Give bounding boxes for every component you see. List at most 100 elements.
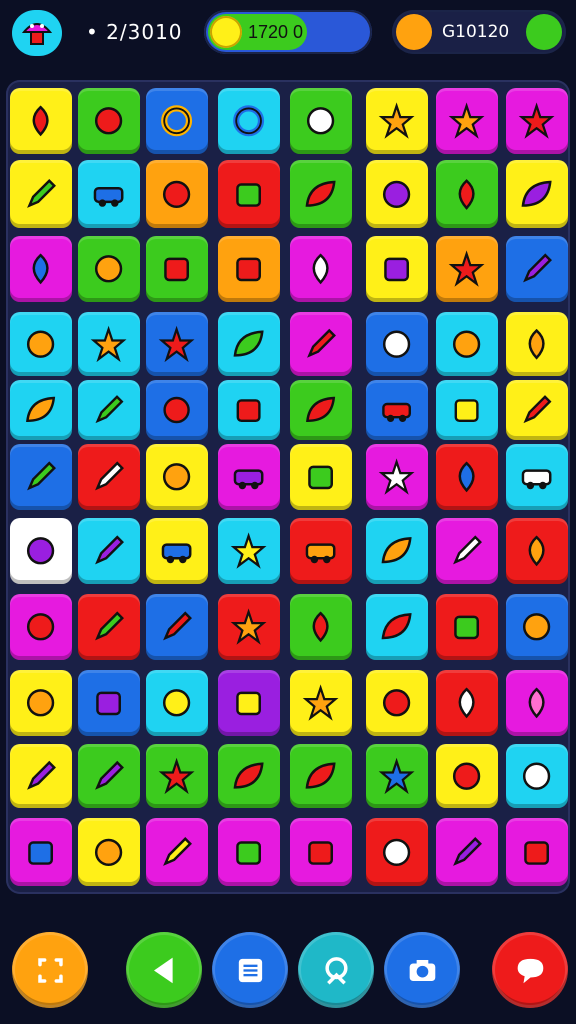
hint-button[interactable] [492, 932, 568, 1008]
board-tile[interactable] [10, 670, 72, 736]
board-tile[interactable] [366, 818, 428, 886]
board-tile[interactable] [290, 160, 352, 228]
board-tile[interactable] [78, 380, 140, 440]
board-tile[interactable] [366, 88, 428, 154]
shop-button[interactable] [526, 14, 562, 50]
board-tile[interactable] [146, 444, 208, 510]
board-tile[interactable] [436, 380, 498, 440]
menu-button[interactable] [212, 932, 288, 1008]
board-tile[interactable] [218, 160, 280, 228]
board-tile[interactable] [218, 518, 280, 584]
board-tile[interactable] [366, 518, 428, 584]
board-tile[interactable] [436, 88, 498, 154]
board-tile[interactable] [10, 594, 72, 660]
board-tile[interactable] [366, 744, 428, 808]
board-tile[interactable] [506, 88, 568, 154]
board-tile[interactable] [506, 160, 568, 228]
board-tile[interactable] [146, 160, 208, 228]
board-tile[interactable] [146, 380, 208, 440]
orange-star-icon [303, 684, 339, 721]
board-tile[interactable] [10, 312, 72, 376]
board-tile[interactable] [146, 744, 208, 808]
board-tile[interactable] [290, 818, 352, 886]
board-tile[interactable] [436, 518, 498, 584]
board-tile[interactable] [78, 670, 140, 736]
board-tile[interactable] [10, 380, 72, 440]
board-tile[interactable] [436, 312, 498, 376]
board-tile[interactable] [78, 594, 140, 660]
white-pencil-icon [95, 461, 125, 491]
board-tile[interactable] [366, 312, 428, 376]
board-tile[interactable] [506, 818, 568, 886]
board-tile[interactable] [436, 160, 498, 228]
board-tile[interactable] [290, 236, 352, 302]
board-tile[interactable] [218, 818, 280, 886]
camera-button[interactable] [384, 932, 460, 1008]
board-tile[interactable] [366, 236, 428, 302]
player-avatar-button[interactable] [12, 10, 62, 56]
board-tile[interactable] [10, 744, 72, 808]
back-button[interactable] [126, 932, 202, 1008]
board-tile[interactable] [78, 236, 140, 302]
board-tile[interactable] [146, 312, 208, 376]
board-tile[interactable] [78, 518, 140, 584]
board-tile[interactable] [290, 670, 352, 736]
board-tile[interactable] [506, 518, 568, 584]
board-tile[interactable] [78, 312, 140, 376]
board-tile[interactable] [218, 236, 280, 302]
shuffle-button[interactable] [12, 932, 88, 1008]
board-tile[interactable] [10, 518, 72, 584]
board-tile[interactable] [436, 594, 498, 660]
board-tile[interactable] [506, 444, 568, 510]
board-tile[interactable] [10, 88, 72, 154]
board-tile[interactable] [506, 670, 568, 736]
board-tile[interactable] [436, 444, 498, 510]
board-tile[interactable] [366, 380, 428, 440]
board-tile[interactable] [218, 88, 280, 154]
board-tile[interactable] [290, 444, 352, 510]
board-tile[interactable] [366, 594, 428, 660]
board-tile[interactable] [78, 160, 140, 228]
board-tile[interactable] [506, 594, 568, 660]
board-tile[interactable] [218, 380, 280, 440]
board-tile[interactable] [78, 444, 140, 510]
board-tile[interactable] [436, 236, 498, 302]
board-tile[interactable] [146, 518, 208, 584]
board-tile[interactable] [366, 670, 428, 736]
board-tile[interactable] [10, 236, 72, 302]
board-tile[interactable] [78, 88, 140, 154]
board-tile[interactable] [146, 670, 208, 736]
board-tile[interactable] [366, 444, 428, 510]
board-tile[interactable] [218, 312, 280, 376]
board-tile[interactable] [290, 594, 352, 660]
board-tile[interactable] [436, 818, 498, 886]
board-tile[interactable] [146, 818, 208, 886]
board-tile[interactable] [78, 744, 140, 808]
gem-score: G10120 [442, 22, 510, 42]
board-tile[interactable] [506, 312, 568, 376]
board-tile[interactable] [10, 444, 72, 510]
board-tile[interactable] [10, 818, 72, 886]
board-tile[interactable] [506, 744, 568, 808]
board-tile[interactable] [366, 160, 428, 228]
board-tile[interactable] [10, 160, 72, 228]
board-tile[interactable] [506, 380, 568, 440]
board-tile[interactable] [506, 236, 568, 302]
board-tile[interactable] [290, 312, 352, 376]
board-tile[interactable] [436, 744, 498, 808]
board-tile[interactable] [146, 594, 208, 660]
settings-button[interactable] [298, 932, 374, 1008]
board-tile[interactable] [436, 670, 498, 736]
board-tile[interactable] [290, 744, 352, 808]
board-tile[interactable] [290, 518, 352, 584]
board-tile[interactable] [218, 444, 280, 510]
board-tile[interactable] [290, 88, 352, 154]
board-tile[interactable] [78, 818, 140, 886]
purple-jar-icon [96, 691, 122, 716]
board-tile[interactable] [146, 88, 208, 154]
board-tile[interactable] [290, 380, 352, 440]
board-tile[interactable] [218, 670, 280, 736]
board-tile[interactable] [218, 594, 280, 660]
board-tile[interactable] [146, 236, 208, 302]
board-tile[interactable] [218, 744, 280, 808]
